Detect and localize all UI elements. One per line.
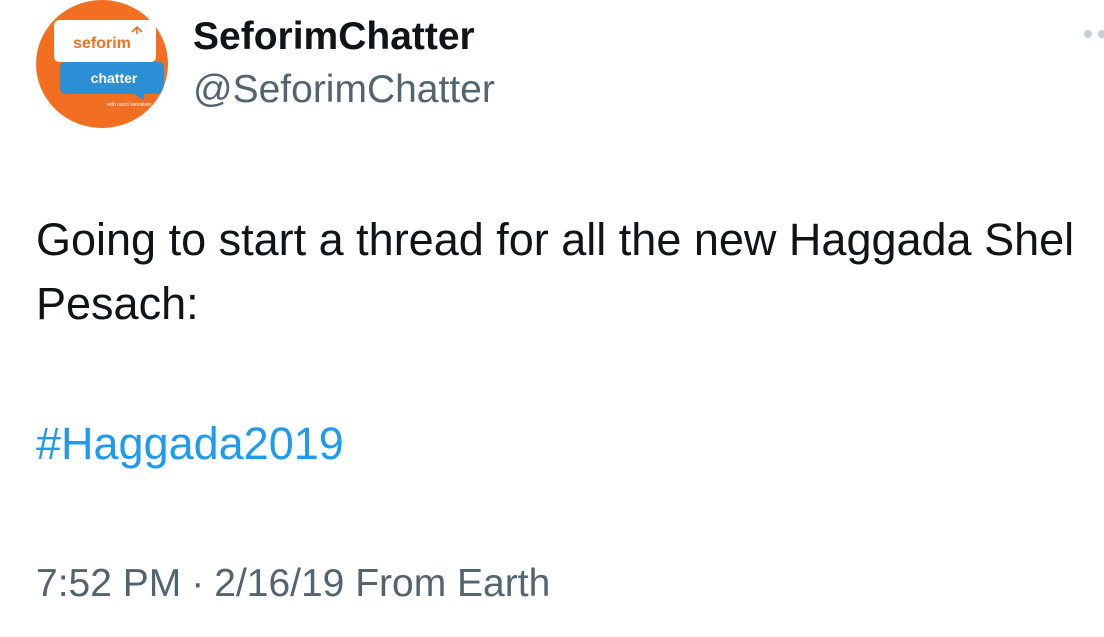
- hashtag-link[interactable]: #Haggada2019: [36, 412, 344, 476]
- more-button[interactable]: [1080, 26, 1104, 44]
- seforim-chatter-logo: seforim chatter with nachi weinstein: [54, 20, 164, 108]
- display-name[interactable]: SeforimChatter: [193, 14, 475, 60]
- logo-top-text: seforim: [73, 35, 131, 52]
- handle[interactable]: @SeforimChatter: [193, 67, 495, 113]
- tweet-time[interactable]: 7:52 PM: [36, 562, 181, 605]
- avatar[interactable]: seforim chatter with nachi weinstein: [36, 0, 168, 128]
- tweet-source: From Earth: [355, 562, 551, 605]
- logo-bottom-text: chatter: [91, 70, 138, 86]
- tweet-meta: 7:52 PM · 2/16/19 From Earth: [36, 560, 550, 608]
- meta-separator: ·: [191, 562, 205, 605]
- tweet-date[interactable]: 2/16/19: [214, 562, 344, 605]
- tweet-text: Going to start a thread for all the new …: [36, 214, 1075, 329]
- tweet: seforim chatter with nachi weinstein Sef…: [0, 0, 1104, 637]
- logo-caption: with nachi weinstein: [107, 102, 152, 108]
